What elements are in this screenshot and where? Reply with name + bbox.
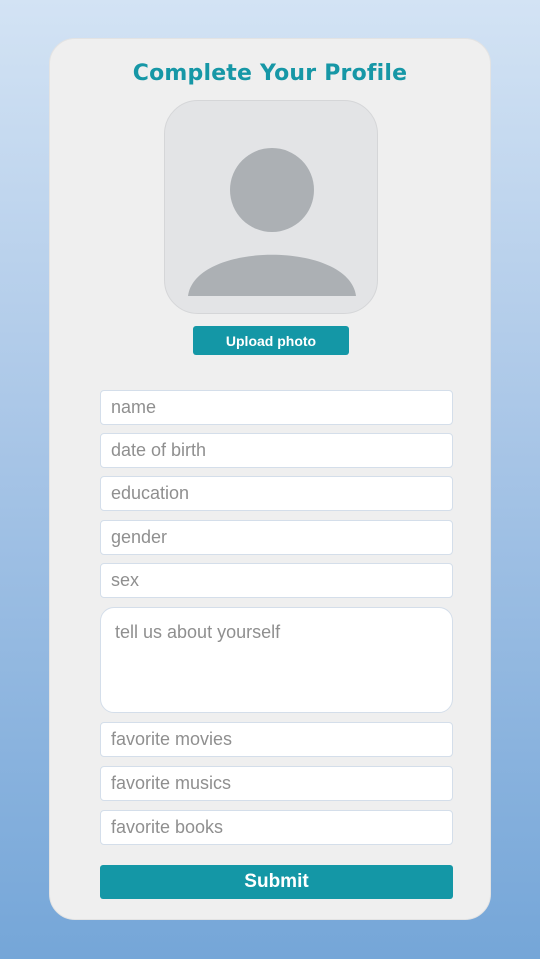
gender-field[interactable] — [100, 520, 453, 555]
user-silhouette-icon — [188, 148, 356, 296]
submit-button[interactable]: Submit — [100, 865, 453, 899]
favorite-musics-field[interactable] — [100, 766, 453, 801]
sex-field[interactable] — [100, 563, 453, 598]
upload-photo-button[interactable]: Upload photo — [193, 326, 349, 355]
profile-card: Complete Your Profile Upload photo Submi… — [49, 38, 491, 920]
avatar — [164, 100, 378, 314]
education-field[interactable] — [100, 476, 453, 511]
page-title: Complete Your Profile — [132, 61, 408, 86]
favorite-movies-field[interactable] — [100, 722, 453, 757]
about-yourself-textarea[interactable] — [100, 607, 453, 713]
favorite-books-field[interactable] — [100, 810, 453, 845]
name-field[interactable] — [100, 390, 453, 425]
date-of-birth-field[interactable] — [100, 433, 453, 468]
